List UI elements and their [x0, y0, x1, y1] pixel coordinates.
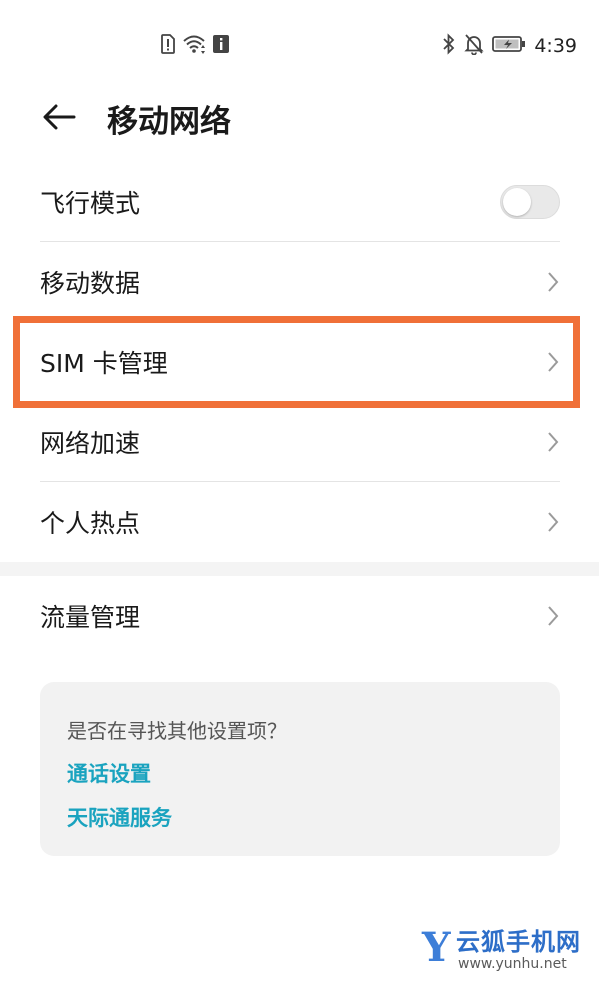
watermark-logo: Y 云狐手机网 www.yunhu.net [422, 926, 592, 974]
watermark-name: 云狐手机网 [456, 928, 581, 956]
page-title: 移动网络 [107, 104, 231, 140]
airplane-mode-row[interactable]: 飞行模式 [40, 162, 560, 242]
hotspot-row[interactable]: 个人热点 [40, 482, 560, 562]
toggle-knob [503, 188, 531, 216]
chevron-right-icon [548, 352, 559, 372]
network-boost-row[interactable]: 网络加速 [40, 402, 560, 482]
section-separator [0, 562, 599, 576]
back-button[interactable] [36, 96, 82, 142]
sim-alert-icon [160, 34, 176, 58]
suggestions-question: 是否在寻找其他设置项？ [67, 719, 287, 743]
chevron-right-icon [548, 512, 559, 532]
airplane-mode-toggle[interactable] [500, 185, 560, 219]
sim-management-row[interactable]: SIM 卡管理 [40, 322, 560, 402]
wifi-icon [182, 34, 206, 58]
mobile-data-label: 移动数据 [40, 269, 141, 298]
bell-off-icon [464, 33, 485, 59]
app-bar: 移动网络 [0, 90, 599, 150]
status-left-icons [160, 34, 230, 58]
notification-i-icon [212, 34, 230, 58]
status-time: 4:39 [534, 35, 577, 57]
chevron-right-icon [548, 432, 559, 452]
bluetooth-icon [442, 33, 456, 59]
suggestions-card: 是否在寻找其他设置项？ 通话设置 天际通服务 [40, 682, 560, 856]
airplane-mode-label: 飞行模式 [40, 189, 141, 218]
data-usage-row[interactable]: 流量管理 [40, 576, 560, 656]
call-settings-link[interactable]: 通话设置 [67, 758, 151, 788]
arrow-left-icon [42, 103, 76, 135]
chevron-right-icon [548, 272, 559, 292]
watermark-letter: Y [422, 924, 451, 971]
hotspot-label: 个人热点 [40, 509, 141, 538]
status-right-icons: 4:39 [442, 33, 577, 59]
network-boost-label: 网络加速 [40, 429, 141, 458]
chevron-right-icon [548, 606, 559, 626]
mobile-data-row[interactable]: 移动数据 [40, 242, 560, 322]
data-usage-label: 流量管理 [40, 603, 141, 632]
battery-icon [492, 34, 526, 58]
sim-management-label: SIM 卡管理 [40, 349, 168, 378]
status-bar: 4:39 [0, 0, 599, 90]
skytone-service-link[interactable]: 天际通服务 [67, 802, 172, 832]
watermark-url: www.yunhu.net [458, 956, 567, 972]
